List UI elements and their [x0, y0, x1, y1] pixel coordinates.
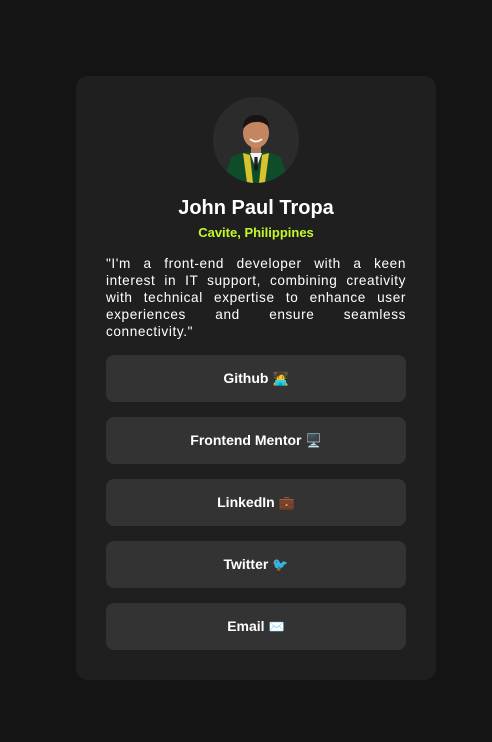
- bird-icon: 🐦: [272, 557, 289, 572]
- email-link-button[interactable]: Email ✉️: [106, 603, 406, 650]
- avatar: [213, 97, 299, 183]
- avatar-portrait-icon: [213, 97, 299, 183]
- profile-card: John Paul Tropa Cavite, Philippines "I'm…: [76, 76, 436, 680]
- twitter-link-button[interactable]: Twitter 🐦: [106, 541, 406, 588]
- technologist-icon: 🧑‍💻: [272, 371, 289, 386]
- frontend-mentor-link-button[interactable]: Frontend Mentor 🖥️: [106, 417, 406, 464]
- profile-name: John Paul Tropa: [178, 197, 334, 219]
- linkedin-label: LinkedIn: [217, 494, 275, 510]
- profile-location: Cavite, Philippines: [198, 225, 314, 240]
- briefcase-icon: 💼: [278, 495, 295, 510]
- profile-bio: "I'm a front-end developer with a keen i…: [106, 256, 406, 339]
- social-links: Github 🧑‍💻 Frontend Mentor 🖥️ LinkedIn 💼 Tw…: [106, 355, 406, 665]
- twitter-label: Twitter: [223, 556, 269, 572]
- computer-icon: 🖥️: [305, 433, 322, 448]
- frontend-mentor-label: Frontend Mentor: [190, 432, 302, 448]
- email-label: Email: [227, 618, 265, 634]
- envelope-icon: ✉️: [268, 619, 285, 634]
- linkedin-link-button[interactable]: LinkedIn 💼: [106, 479, 406, 526]
- github-link-button[interactable]: Github 🧑‍💻: [106, 355, 406, 402]
- github-label: Github: [223, 370, 269, 386]
